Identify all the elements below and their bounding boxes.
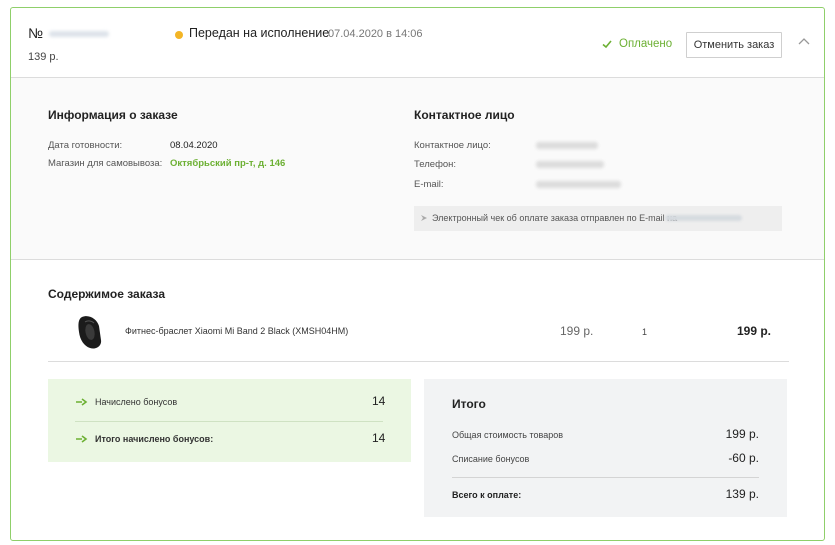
- phone-blurred: [536, 161, 604, 168]
- totals-box: Итого Общая стоимость товаров 199 р. Спи…: [424, 379, 787, 517]
- bonus-arrow-icon: [76, 435, 88, 443]
- order-card: № 139 р. Передан на исполнение 07.04.202…: [10, 7, 825, 541]
- order-header[interactable]: № 139 р. Передан на исполнение 07.04.202…: [11, 8, 824, 78]
- bonus-divider: [75, 421, 383, 422]
- bonus-total-value: 14: [372, 431, 386, 445]
- bonus-row-total: Итого начислено бонусов: 14: [48, 424, 411, 454]
- contact-person-blurred: [536, 142, 598, 149]
- totals-title: Итого: [452, 397, 486, 411]
- pickup-store-label: Магазин для самовывоза:: [48, 158, 163, 169]
- email-blurred: [536, 181, 621, 188]
- totals-divider: [452, 477, 759, 478]
- bonus-arrow-icon: [76, 398, 88, 406]
- product-price: 199 р.: [560, 324, 594, 338]
- bonus-accrued-value: 14: [372, 394, 386, 408]
- order-info-title: Информация о заказе: [48, 108, 178, 122]
- status-dot-icon: [175, 31, 183, 39]
- contents-title: Содержимое заказа: [48, 287, 166, 301]
- chevron-up-icon[interactable]: [797, 36, 811, 46]
- amount-due-label: Всего к оплате:: [452, 490, 522, 500]
- fitness-band-image[interactable]: [73, 314, 105, 350]
- bonus-box: Начислено бонусов 14 Итого начислено бон…: [48, 379, 411, 462]
- bonus-total-label: Итого начислено бонусов:: [95, 434, 214, 444]
- order-number: №: [28, 25, 110, 41]
- receipt-text: Электронный чек об оплате заказа отправл…: [432, 213, 678, 223]
- bonus-row-accrued: Начислено бонусов 14: [48, 387, 411, 417]
- bonus-writeoff-value: -60 р.: [728, 451, 759, 465]
- order-number-blurred: [49, 31, 110, 38]
- product-quantity: 1: [642, 327, 648, 337]
- order-status: Передан на исполнение: [189, 26, 330, 40]
- product-name[interactable]: Фитнес-браслет Xiaomi Mi Band 2 Black (X…: [125, 326, 348, 336]
- contents-divider: [48, 361, 789, 362]
- arrow-right-icon: [421, 215, 427, 221]
- bonus-writeoff-label: Списание бонусов: [452, 454, 530, 464]
- product-total: 199 р.: [737, 324, 772, 338]
- contact-title: Контактное лицо: [414, 108, 515, 122]
- order-number-prefix: №: [28, 25, 44, 41]
- receipt-notice: Электронный чек об оплате заказа отправл…: [414, 206, 782, 231]
- phone-label: Телефон:: [414, 159, 457, 170]
- checkmark-icon: [602, 40, 612, 49]
- goods-cost-label: Общая стоимость товаров: [452, 430, 564, 440]
- bonus-accrued-label: Начислено бонусов: [95, 397, 178, 407]
- goods-cost-value: 199 р.: [725, 427, 759, 441]
- order-sum: 139 р.: [28, 51, 59, 63]
- ready-date-label: Дата готовности:: [48, 140, 123, 151]
- receipt-email-blurred: [665, 215, 742, 221]
- order-info-section: Информация о заказе Дата готовности: 08.…: [11, 78, 824, 260]
- paid-status: Оплачено: [619, 38, 673, 50]
- order-status-date: 07.04.2020 в 14:06: [328, 28, 423, 40]
- amount-due-value: 139 р.: [725, 487, 759, 501]
- pickup-store-value[interactable]: Октябрьский пр-т, д. 146: [170, 158, 285, 169]
- contact-person-label: Контактное лицо:: [414, 140, 491, 151]
- email-label: E-mail:: [414, 179, 444, 190]
- ready-date-value: 08.04.2020: [170, 140, 218, 151]
- cancel-order-button[interactable]: Отменить заказ: [686, 32, 782, 58]
